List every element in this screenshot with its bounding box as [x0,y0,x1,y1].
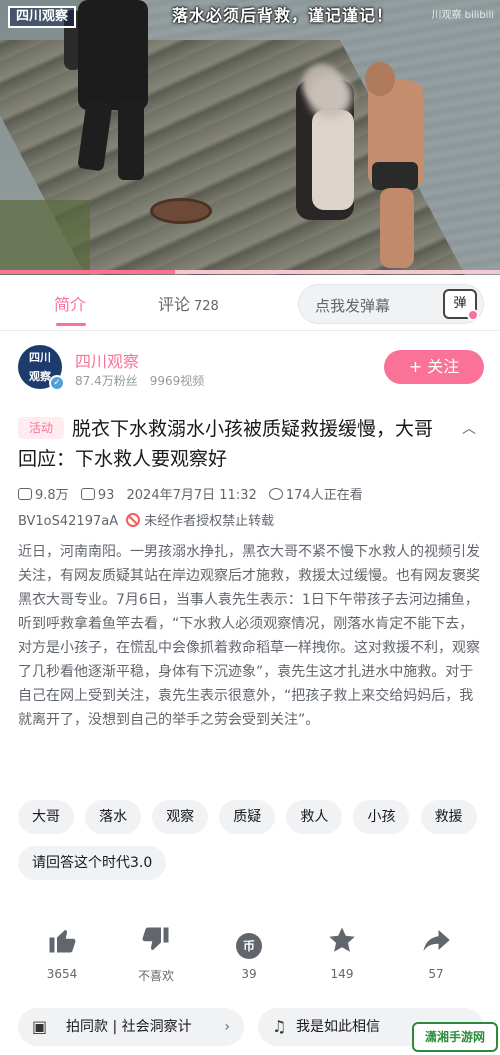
thumb-down-icon [116,925,196,959]
tab-active-indicator [56,323,86,326]
video-caption: 落水必须后背救，谨记谨记！ [172,6,394,25]
video-player[interactable]: 四川观察 落水必须后背救，谨记谨记！ 川观察 bilibili [0,0,500,275]
danmaku-settings-dot [467,309,479,321]
play-count-icon [18,488,32,500]
danmaku-icon: 弹 [453,296,467,311]
author-videos: 9969视频 [149,374,205,388]
verified-icon: ✓ [49,375,65,391]
thumb-up-icon [22,925,102,959]
avatar[interactable]: 四川 观察 ✓ [18,345,65,391]
coin-icon: 币 [236,933,262,959]
tag-item[interactable]: 小孩 [353,800,410,834]
favorite-count: 149 [330,967,354,981]
like-button[interactable]: 3654 [22,925,102,981]
danmaku-placeholder: 点我发弹幕 [315,297,391,315]
video-person-shorts [372,162,418,190]
share-count: 57 [428,967,444,981]
tag-item[interactable]: 大哥 [18,800,74,834]
video-person-leg [380,188,414,268]
ban-icon [126,513,141,527]
same-style-pill[interactable]: ▣ 拍同款 | 社会洞察计 › [18,1008,244,1046]
tag-item[interactable]: 落水 [85,800,142,834]
video-blurred-face [308,74,352,118]
author-name[interactable]: 四川观察 [75,348,139,372]
chevron-right-icon: › [224,1019,230,1035]
chevron-up-icon[interactable]: ︿ [462,418,476,438]
tag-item[interactable]: 观察 [152,800,209,834]
like-count: 3654 [46,967,78,981]
watching-count: 174人正在看 [285,488,363,503]
video-progress-bar[interactable] [0,270,500,274]
dislike-label: 不喜欢 [137,969,174,983]
activity-badge[interactable]: 活动 [18,417,64,439]
video-watermark: 川观察 bilibili [431,10,494,21]
tab-intro[interactable]: 简介 [54,291,86,315]
action-bar: 3654 不喜欢 币 39 149 57 [0,925,500,985]
video-title: 脱衣下水救溺水小孩被质疑救援缓慢，大哥回应：下水救人要观察好 [18,418,434,470]
author-meta: 87.4万粉丝 9969视频 [75,372,204,389]
share-button[interactable]: 57 [396,925,476,981]
dislike-button[interactable]: 不喜欢 [116,925,196,984]
tag-item[interactable]: 质疑 [219,800,276,834]
watching-icon [268,488,283,500]
video-channel-logo: 四川观察 [8,6,77,28]
no-repost-notice: 未经作者授权禁止转载 [144,514,275,529]
site-watermark-logo: 潇湘手游网 [412,1022,498,1052]
video-grass [0,200,90,275]
tag-item[interactable]: 请回答这个时代3.0 [18,846,167,880]
video-stats: 9.8万 93 2024年7月7日 11:32 174人正在看 [18,484,371,503]
favorite-button[interactable]: 149 [302,925,382,981]
tab-comment[interactable]: 评论 728 [158,291,219,315]
coin-button[interactable]: 币 39 [209,925,289,981]
follow-button[interactable]: + 关注 [384,350,484,384]
video-person-head [365,62,395,96]
video-template-icon: ▣ [32,1017,48,1036]
tag-item[interactable]: 救人 [286,800,343,834]
danmaku-input[interactable]: 点我发弹幕 弹 [298,284,484,324]
star-icon [302,925,382,959]
tab-comment-count: 728 [194,299,219,314]
video-person-leg [118,100,144,180]
tag-item[interactable]: 救援 [420,800,477,834]
video-description: 近日，河南南阳。一男孩溺水挣扎，黑衣大哥不紧不慢下水救人的视频引发关注，有网友质… [18,544,480,728]
tag-list: 大哥 落水 观察 质疑 救人 小孩 救援 请回答这个时代3.0 [18,800,488,892]
danmaku-toggle-button[interactable]: 弹 [443,289,479,321]
publish-date: 2024年7月7日 11:32 [126,488,257,503]
video-person-black [78,0,148,110]
danmaku-count: 93 [97,488,115,503]
share-icon [396,925,476,959]
author-fans: 87.4万粉丝 [75,374,138,388]
video-fishing-net [150,198,212,224]
tab-comment-label: 评论 [158,295,191,314]
avatar-text-top: 四川 [29,351,51,364]
view-count: 9.8万 [35,488,69,503]
music-label: 我是如此相信 [296,1019,380,1035]
coin-count: 39 [241,967,257,981]
bvid[interactable]: BV1oS42197aA [18,514,118,529]
video-id-line: BV1oS42197aA 未经作者授权禁止转载 [18,510,274,529]
danmaku-icon [80,488,95,500]
music-icon: ♫ [272,1017,287,1036]
same-style-label: 拍同款 | 社会洞察计 [66,1019,192,1035]
video-progress-fill [0,270,175,274]
video-child [312,110,354,210]
